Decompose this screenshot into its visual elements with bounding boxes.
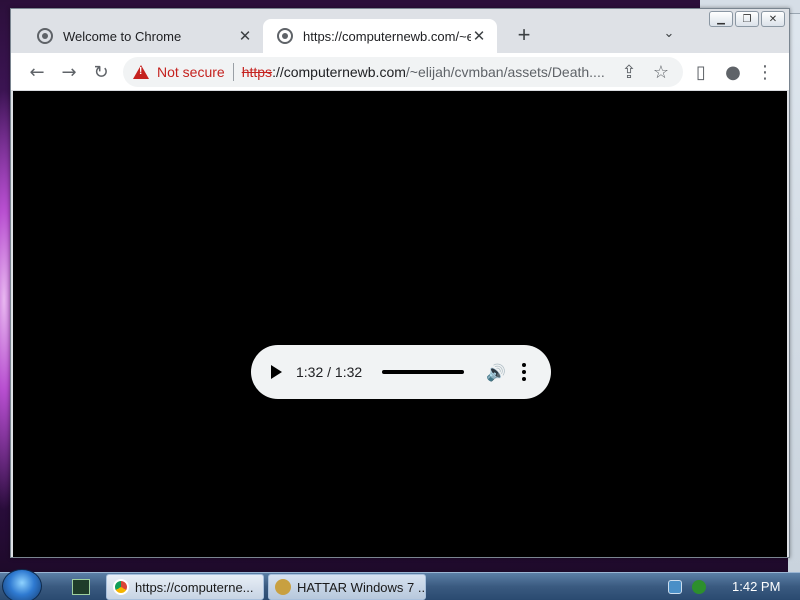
play-icon[interactable] bbox=[271, 365, 282, 379]
clock[interactable]: 1:42 PM bbox=[732, 579, 780, 594]
omnibox-separator bbox=[232, 63, 234, 81]
browser-toolbar: ← → ↻ Not secure https ://computernewb.c… bbox=[11, 53, 789, 91]
more-options-icon[interactable] bbox=[522, 363, 527, 381]
tab-title: https://computernewb.com/~elija bbox=[303, 28, 471, 44]
shield-icon bbox=[275, 579, 291, 595]
minimize-button[interactable]: ▁ bbox=[709, 11, 733, 27]
media-viewer: 1:32 / 1:32 🔊 bbox=[13, 91, 787, 557]
close-window-button[interactable]: ✕ bbox=[761, 11, 785, 27]
tab-close-button[interactable]: ✕ bbox=[237, 27, 253, 45]
tab-search-button[interactable]: ⌄ bbox=[659, 25, 679, 45]
side-panel-icon[interactable]: ▯ bbox=[687, 58, 715, 86]
share-icon[interactable]: ⇪ bbox=[615, 58, 643, 86]
url-scheme: https bbox=[241, 64, 273, 80]
globe-icon bbox=[277, 28, 293, 44]
tab-strip: Welcome to Chrome ✕ https://computernewb… bbox=[11, 9, 789, 53]
security-icon[interactable] bbox=[692, 579, 706, 594]
taskbar: https://computerne... HATTAR Windows 7 .… bbox=[0, 569, 800, 600]
progress-bar[interactable] bbox=[382, 370, 465, 374]
chrome-icon bbox=[113, 579, 129, 595]
forward-button[interactable]: → bbox=[55, 58, 83, 86]
taskbar-item-label: HATTAR Windows 7 ... bbox=[297, 579, 426, 595]
audio-player[interactable]: 1:32 / 1:32 🔊 bbox=[251, 345, 551, 399]
menu-icon[interactable]: ⋮ bbox=[751, 58, 779, 86]
tab-close-button[interactable]: ✕ bbox=[471, 27, 487, 45]
bookmark-star-icon[interactable]: ☆ bbox=[647, 58, 675, 86]
network-icon[interactable] bbox=[668, 579, 682, 594]
chrome-window: ▁ ❐ ✕ Welcome to Chrome ✕ https://comput… bbox=[10, 8, 790, 558]
globe-icon bbox=[37, 28, 53, 44]
address-bar[interactable]: Not secure https ://computernewb.com /~e… bbox=[123, 57, 683, 87]
back-button[interactable]: ← bbox=[23, 58, 51, 86]
warning-icon[interactable] bbox=[133, 65, 149, 79]
start-button[interactable] bbox=[2, 569, 42, 600]
profile-icon[interactable]: ● bbox=[719, 58, 747, 86]
tab-welcome[interactable]: Welcome to Chrome ✕ bbox=[23, 19, 263, 53]
window-controls: ▁ ❐ ✕ bbox=[709, 11, 785, 27]
not-secure-label[interactable]: Not secure bbox=[157, 64, 225, 80]
time-display: 1:32 / 1:32 bbox=[296, 364, 363, 380]
tab-computernewb[interactable]: https://computernewb.com/~elija ✕ bbox=[263, 19, 497, 53]
taskbar-item-chrome[interactable]: https://computerne... bbox=[106, 574, 264, 600]
restore-button[interactable]: ❐ bbox=[735, 11, 759, 27]
taskbar-item-label: https://computerne... bbox=[135, 579, 254, 595]
reload-button[interactable]: ↻ bbox=[87, 58, 115, 86]
volume-icon[interactable]: 🔊 bbox=[486, 363, 506, 382]
url-path: /~elijah/cvmban/assets/Death.... bbox=[405, 64, 605, 80]
tab-title: Welcome to Chrome bbox=[63, 28, 182, 44]
taskbar-item-hattar[interactable]: HATTAR Windows 7 ... bbox=[268, 574, 426, 600]
new-tab-button[interactable]: + bbox=[511, 23, 537, 49]
show-desktop-icon[interactable] bbox=[72, 579, 90, 595]
url-host: ://computernewb.com bbox=[272, 64, 406, 80]
system-tray: 1:42 PM bbox=[660, 573, 800, 600]
